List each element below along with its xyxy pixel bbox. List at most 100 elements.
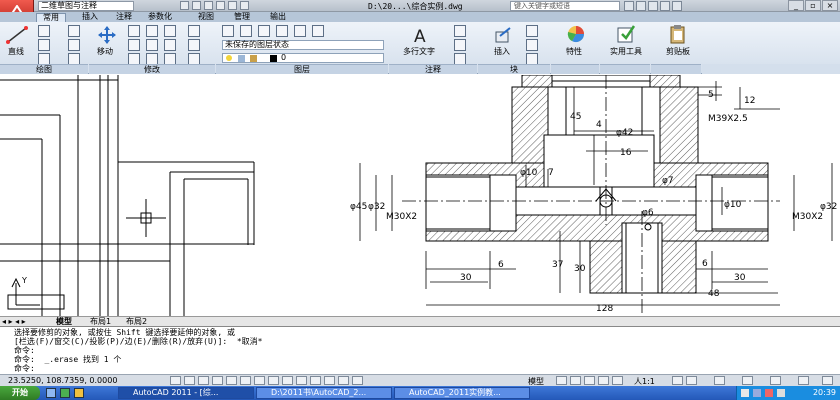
quicklaunch-folder-icon[interactable] xyxy=(74,388,84,398)
annotation-monitor-icon[interactable] xyxy=(352,376,363,385)
layer-properties-icon[interactable] xyxy=(222,25,234,37)
tab-layout1[interactable]: 布局1 xyxy=(90,317,111,326)
pan-icon[interactable] xyxy=(570,376,581,385)
tray-volume-icon[interactable] xyxy=(777,389,785,397)
panel-modify[interactable]: 修改 xyxy=(89,64,215,74)
utilities-label[interactable]: 实用工具 xyxy=(610,46,642,57)
subscription-icon[interactable] xyxy=(636,1,646,11)
start-button[interactable]: 开始 xyxy=(0,386,40,400)
line-label[interactable]: 直线 xyxy=(8,46,24,57)
properties-icon[interactable] xyxy=(566,24,586,44)
hatch-icon[interactable] xyxy=(68,39,80,51)
tab-home[interactable]: 常用 xyxy=(36,13,66,22)
tab-model[interactable]: 模型 xyxy=(56,317,72,326)
panel-clipboard-expand[interactable] xyxy=(651,64,701,74)
fillet-icon[interactable] xyxy=(164,39,176,51)
layer-freeze-icon[interactable] xyxy=(258,25,270,37)
trim-icon[interactable] xyxy=(146,25,158,37)
drawing-canvas[interactable]: Y 5 12 M39X2.5 45 4 φ42 16 φ10 7 φ7 φ45 … xyxy=(0,74,840,316)
help-icon[interactable] xyxy=(672,1,682,11)
clean-screen-icon[interactable] xyxy=(822,376,833,385)
panel-block[interactable]: 块 xyxy=(478,64,550,74)
multileader-icon[interactable] xyxy=(454,39,466,51)
plot-icon[interactable] xyxy=(240,1,249,10)
move-label[interactable]: 移动 xyxy=(97,46,113,57)
tab-view[interactable]: 视图 xyxy=(198,13,214,22)
snap-icon[interactable] xyxy=(170,376,181,385)
workspace-switch-icon[interactable] xyxy=(714,376,725,385)
insert-block-icon[interactable] xyxy=(494,26,512,44)
autoscale-icon[interactable] xyxy=(686,376,697,385)
annotation-visibility-icon[interactable] xyxy=(672,376,683,385)
panel-layers[interactable]: 图层 xyxy=(216,64,388,74)
redo-icon[interactable] xyxy=(228,1,237,10)
panel-utilities-expand[interactable] xyxy=(600,64,650,74)
steeringwheel-icon[interactable] xyxy=(598,376,609,385)
task-document[interactable]: AutoCAD_2011实例教... xyxy=(394,387,530,399)
properties-label[interactable]: 特性 xyxy=(566,46,582,57)
close-icon[interactable]: × xyxy=(822,0,838,11)
mirror-icon[interactable] xyxy=(146,39,158,51)
quicklaunch-browser-icon[interactable] xyxy=(60,388,70,398)
mtext-label[interactable]: 多行文字 xyxy=(403,46,435,57)
tab-insert[interactable]: 插入 xyxy=(82,13,98,22)
drawing-area[interactable]: Y 5 12 M39X2.5 45 4 φ42 16 φ10 7 φ7 φ45 … xyxy=(0,74,840,316)
clipboard-icon[interactable] xyxy=(668,24,688,44)
3dosnap-icon[interactable] xyxy=(240,376,251,385)
task-autocad[interactable]: AutoCAD 2011 - [综... xyxy=(118,387,254,399)
dimension-icon[interactable] xyxy=(454,25,466,37)
ortho-icon[interactable] xyxy=(198,376,209,385)
line-icon[interactable] xyxy=(6,26,28,44)
search-input[interactable]: 键入关键字或短语 xyxy=(510,1,620,11)
search-icon[interactable] xyxy=(624,1,634,11)
clipboard-label[interactable]: 剪贴板 xyxy=(666,46,690,57)
command-input[interactable]: 命令: xyxy=(14,364,35,373)
insert-label[interactable]: 插入 xyxy=(494,46,510,57)
mtext-icon[interactable]: A xyxy=(412,26,430,44)
polyline-icon[interactable] xyxy=(38,25,50,37)
tray-network-icon[interactable] xyxy=(753,389,761,397)
restore-icon[interactable]: ▫ xyxy=(805,0,821,11)
create-block-icon[interactable] xyxy=(526,25,538,37)
selection-cycling-icon[interactable] xyxy=(338,376,349,385)
lock-icon[interactable] xyxy=(742,376,753,385)
polar-icon[interactable] xyxy=(212,376,223,385)
osnap-icon[interactable] xyxy=(226,376,237,385)
explode-icon[interactable] xyxy=(188,25,200,37)
dyn-icon[interactable] xyxy=(282,376,293,385)
tray-ime-icon[interactable] xyxy=(741,389,749,397)
panel-properties-expand[interactable] xyxy=(551,64,599,74)
new-icon[interactable] xyxy=(180,1,189,10)
command-window[interactable]: 选择要修剪的对象, 或按住 Shift 键选择要延伸的对象, 或 [栏选(F)/… xyxy=(0,326,840,374)
rectangle-icon[interactable] xyxy=(68,25,80,37)
panel-draw[interactable]: 绘图 xyxy=(0,64,88,74)
panel-annotation[interactable]: 注释 xyxy=(389,64,477,74)
edit-block-icon[interactable] xyxy=(526,39,538,51)
otrack-icon[interactable] xyxy=(254,376,265,385)
offset-icon[interactable] xyxy=(188,39,200,51)
copy-icon[interactable] xyxy=(128,39,140,51)
layout-icon[interactable] xyxy=(556,376,567,385)
utilities-icon[interactable] xyxy=(616,24,636,44)
zoom-icon[interactable] xyxy=(584,376,595,385)
layer-iso-icon[interactable] xyxy=(312,25,324,37)
layer-on-icon[interactable] xyxy=(240,25,252,37)
task-explorer[interactable]: D:\2011书\AutoCAD_2... xyxy=(256,387,392,399)
tab-layout2[interactable]: 布局2 xyxy=(126,317,147,326)
transparency-icon[interactable] xyxy=(310,376,321,385)
save-icon[interactable] xyxy=(204,1,213,10)
tray-security-icon[interactable] xyxy=(765,389,773,397)
quick-properties-icon[interactable] xyxy=(324,376,335,385)
move-icon[interactable] xyxy=(98,26,116,44)
layout-nav-icons[interactable]: ◂ ▸ ◂ ▸ xyxy=(2,317,26,326)
minimize-icon[interactable]: _ xyxy=(788,0,804,11)
hardware-acceleration-icon[interactable] xyxy=(770,376,781,385)
undo-icon[interactable] xyxy=(216,1,225,10)
tab-parametric[interactable]: 参数化 xyxy=(148,13,172,22)
erase-icon[interactable] xyxy=(164,25,176,37)
favorites-icon[interactable] xyxy=(660,1,670,11)
isolate-objects-icon[interactable] xyxy=(798,376,809,385)
quicklaunch-desktop-icon[interactable] xyxy=(46,388,56,398)
tab-manage[interactable]: 管理 xyxy=(234,13,250,22)
grid-icon[interactable] xyxy=(184,376,195,385)
